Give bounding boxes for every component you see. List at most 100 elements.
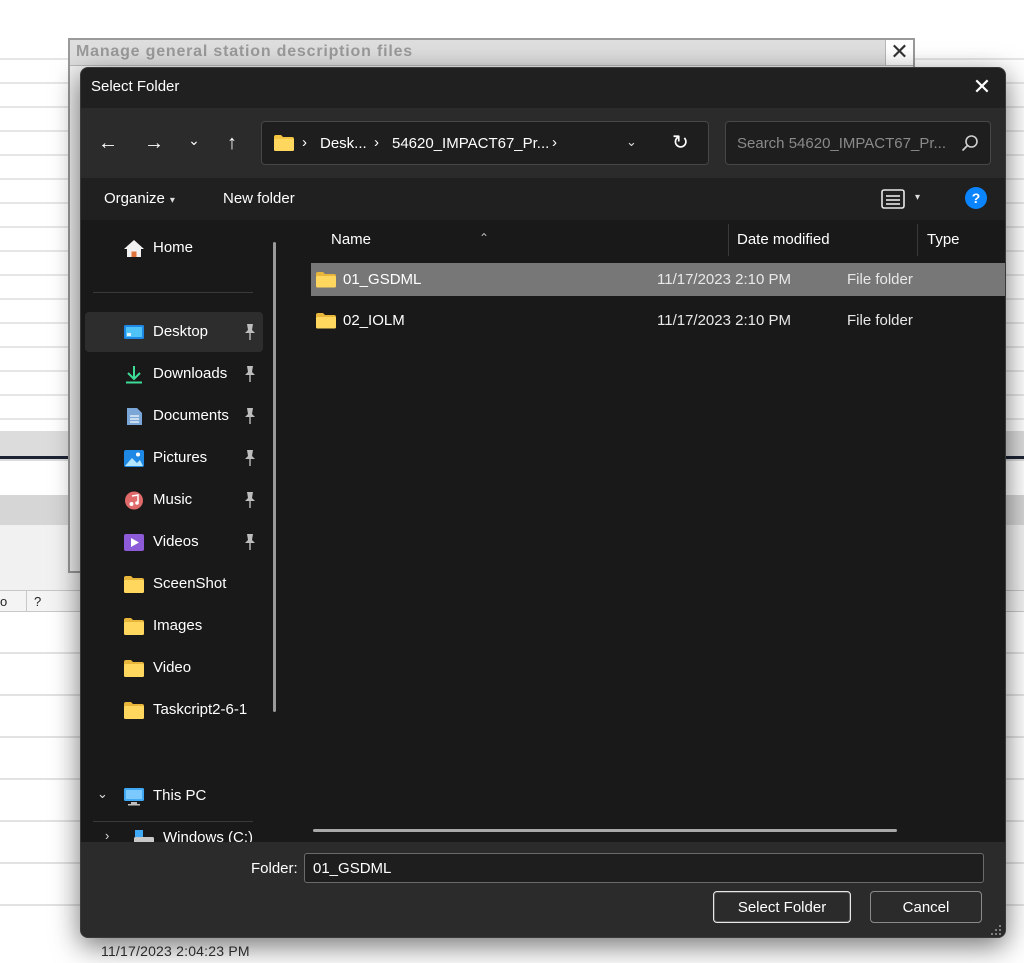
sidebar-item-desktop[interactable]: Desktop (85, 312, 263, 352)
sidebar-item-label: Images (153, 617, 203, 634)
pin-icon[interactable] (243, 491, 257, 509)
pin-icon[interactable] (243, 449, 257, 467)
sidebar-item-pictures[interactable]: Pictures (85, 438, 263, 478)
folder-icon (274, 135, 294, 151)
background-window-title: Manage general station description files (70, 40, 913, 66)
breadcrumb-separator: › (302, 134, 307, 151)
file-type: File folder (847, 271, 913, 288)
file-name: 02_IOLM (343, 312, 405, 329)
folder-icon (124, 618, 144, 635)
desktop-icon (124, 325, 144, 339)
folder-icon (124, 576, 144, 593)
sidebar-item-label: Documents (153, 407, 229, 424)
pin-icon[interactable] (243, 533, 257, 551)
view-caret-icon[interactable]: ▾ (915, 192, 920, 203)
organize-button[interactable]: Organize ▾ (104, 190, 175, 207)
refresh-icon[interactable]: ↻ (672, 130, 689, 155)
document-icon (127, 408, 142, 425)
navigation-bar: ← → ⌄ ↑ › Desk... › 54620_IMPACT67_Pr...… (81, 108, 1005, 178)
up-button[interactable]: ↑ (216, 128, 248, 158)
download-icon (126, 366, 142, 384)
file-name: 01_GSDML (343, 271, 422, 288)
search-box[interactable] (725, 121, 991, 165)
search-input[interactable] (726, 122, 956, 164)
table-row[interactable]: 02_IOLM 11/17/2023 2:10 PM File folder (311, 304, 1005, 337)
file-date-modified: 11/17/2023 2:10 PM (657, 271, 791, 288)
background-timestamp: 11/17/2023 2:04:23 PM (101, 943, 250, 959)
nav-item-label: Windows (C:) (163, 829, 254, 842)
address-bar[interactable]: › Desk... › 54620_IMPACT67_Pr... › ⌄ ↻ (261, 121, 709, 165)
forward-button[interactable]: → (138, 128, 170, 158)
file-type: File folder (847, 312, 913, 329)
file-date-modified: 11/17/2023 2:10 PM (657, 312, 791, 329)
sidebar-item-video[interactable]: Video (85, 648, 263, 688)
breadcrumb-desktop[interactable]: Desk... (320, 135, 367, 152)
column-separator[interactable] (728, 224, 729, 256)
nav-item-windows-drive[interactable]: › Windows (C:) (85, 818, 263, 842)
nav-item-this-pc[interactable]: ⌄ This PC (85, 776, 263, 816)
table-row[interactable]: 01_GSDML 11/17/2023 2:10 PM File folder (311, 263, 1005, 296)
dialog-titlebar: Select Folder ✕ (81, 68, 1005, 106)
sidebar-item-label: Taskcript2-6-1 (153, 701, 248, 718)
column-type-label: Type (927, 231, 960, 248)
home-icon (124, 240, 144, 257)
sidebar-item-images[interactable]: Images (85, 606, 263, 646)
folder-icon (316, 313, 336, 329)
command-bar: Organize ▾ New folder ▾ ? (81, 180, 1005, 220)
nav-divider (93, 292, 253, 293)
dialog-close-button[interactable]: ✕ (965, 72, 999, 102)
background-window-close-button[interactable]: ✕ (885, 40, 913, 66)
column-separator[interactable] (917, 224, 918, 256)
nav-item-label: Home (153, 239, 194, 256)
sidebar-item-taskcript2-6-1[interactable]: Taskcript2-6-1 (85, 690, 263, 730)
address-dropdown-icon[interactable]: ⌄ (626, 134, 637, 150)
folder-icon (316, 272, 336, 288)
music-icon (125, 491, 143, 510)
horizontal-scrollbar[interactable] (313, 829, 897, 832)
drive-icon (134, 830, 154, 842)
sidebar-item-videos[interactable]: Videos (85, 522, 263, 562)
pin-icon[interactable] (243, 407, 257, 425)
back-button[interactable]: ← (92, 128, 124, 158)
folder-icon (124, 702, 144, 719)
dialog-footer: Folder: Select Folder Cancel (81, 842, 1005, 937)
folder-icon (124, 660, 144, 677)
background-column-fragment: ? (34, 594, 42, 609)
navigation-pane: Home Desktop Downloads Documents Pictures Mu… (81, 220, 289, 842)
breadcrumb-separator: › (374, 134, 379, 151)
cancel-button[interactable]: Cancel (870, 891, 982, 923)
pin-icon[interactable] (243, 323, 257, 341)
computer-icon (124, 788, 144, 806)
pictures-icon (124, 450, 144, 467)
help-icon[interactable]: ? (965, 187, 987, 209)
sidebar-item-music[interactable]: Music (85, 480, 263, 520)
select-folder-button[interactable]: Select Folder (713, 891, 851, 923)
pin-icon[interactable] (243, 365, 257, 383)
column-name-label: Name (331, 231, 372, 248)
search-icon[interactable] (960, 133, 980, 153)
nav-item-home[interactable]: Home (85, 228, 263, 268)
sidebar-item-label: Videos (153, 533, 199, 550)
collapse-chevron-icon[interactable]: › (105, 828, 109, 842)
sidebar-item-sceenshot[interactable]: SceenShot (85, 564, 263, 604)
breadcrumb-project-folder[interactable]: 54620_IMPACT67_Pr... (392, 135, 549, 152)
organize-label: Organize (104, 190, 165, 207)
resize-grip-icon[interactable] (990, 924, 1002, 936)
caret-down-icon: ▾ (169, 195, 175, 206)
expand-chevron-icon[interactable]: ⌄ (97, 786, 108, 802)
breadcrumb-separator[interactable]: › (552, 134, 557, 151)
select-folder-dialog: Select Folder ✕ ← → ⌄ ↑ › Desk... › 5462… (80, 67, 1006, 938)
view-options-icon[interactable] (881, 188, 905, 210)
folder-name-input[interactable] (304, 853, 984, 883)
sidebar-item-label: SceenShot (153, 575, 227, 592)
nav-item-label: This PC (153, 787, 207, 804)
recent-locations-button[interactable]: ⌄ (178, 125, 210, 155)
background-column-fragment: o (0, 594, 8, 609)
nav-scrollbar[interactable] (273, 242, 276, 712)
sidebar-item-downloads[interactable]: Downloads (85, 354, 263, 394)
sidebar-item-documents[interactable]: Documents (85, 396, 263, 436)
folder-label: Folder: (251, 860, 298, 877)
sort-ascending-icon: ⌃ (479, 231, 490, 245)
videos-icon (124, 534, 144, 551)
new-folder-button[interactable]: New folder (223, 190, 295, 207)
